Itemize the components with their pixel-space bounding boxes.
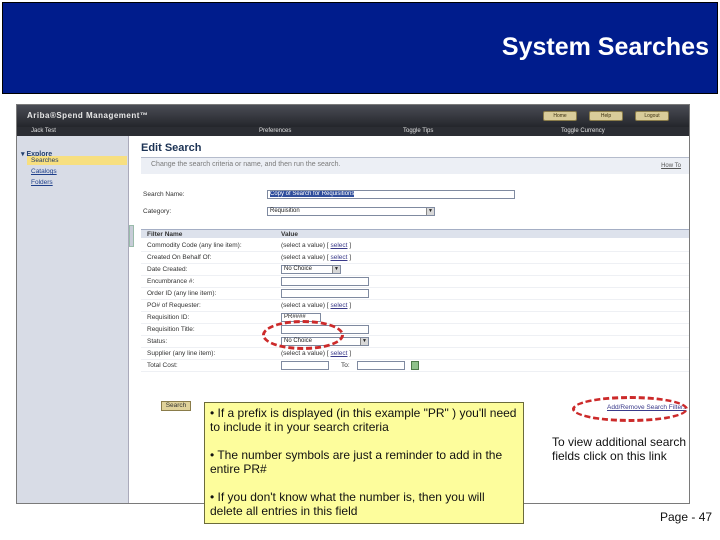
filter-row-date-created: Date Created: No Choice ▼ [141,264,689,276]
filter-row-commodity-code: Commodity Code (any line item): (select … [141,240,689,252]
category-select[interactable]: Requisition ▼ [267,207,435,216]
filter-row-requisition-id: Requisition ID: PR#### [141,312,689,324]
filter-row-total-cost: Total Cost: To: [141,360,689,372]
how-to-link[interactable]: How To [661,163,681,169]
side-note: To view additional search fields click o… [552,435,687,463]
callout-point: • If a prefix is displayed (in this exam… [210,406,517,434]
sidebar: ▾ Explore Searches Catalogs Folders [17,136,129,503]
nav-bar: Jack Test Preferences Toggle Tips Toggle… [17,127,689,136]
filter-row-supplier: Supplier (any line item): (select a valu… [141,348,689,360]
filter-name-header: Filter Name [147,231,183,238]
filter-row-encumbrance: Encumbrance #: [141,276,689,288]
sidebar-item-catalogs[interactable]: Catalogs [31,168,57,175]
help-button[interactable]: Help [589,111,623,121]
add-remove-link-highlight [572,396,688,422]
filter-table-header: Filter Name Value [141,229,689,238]
nav-toggle-tips[interactable]: Toggle Tips [403,127,433,136]
select-link[interactable]: select [331,254,348,261]
filter-row-po-requester: PO# of Requester: (select a value) [ sel… [141,300,689,312]
sidebar-item-folders[interactable]: Folders [31,179,53,186]
encumbrance-field[interactable] [281,277,369,286]
slide-title: System Searches [501,33,709,61]
search-name-label: Search Name: [143,191,185,198]
app-header: Ariba®Spend Management™ Home Help Logout [17,105,689,127]
app-logo: Ariba®Spend Management™ [27,111,149,120]
nav-preferences[interactable]: Preferences [259,127,291,136]
chevron-down-icon: ▼ [332,266,340,273]
total-cost-from-field[interactable] [281,361,329,370]
chevron-down-icon: ▼ [360,338,368,345]
date-created-select[interactable]: No Choice ▼ [281,265,341,274]
select-link[interactable]: select [331,302,348,309]
slide-title-bar: System Searches [2,2,718,94]
logout-button[interactable]: Logout [635,111,669,121]
filter-row-requisition-title: Requisition Title: [141,324,689,336]
search-button[interactable]: Search [161,401,191,411]
chevron-down-icon: ▼ [426,208,434,215]
category-label: Category: [143,208,172,215]
callout-point: • If you don't know what the number is, … [210,490,485,518]
callout-box: • If a prefix is displayed (in this exam… [204,402,524,524]
total-cost-to-field[interactable] [357,361,405,370]
sidebar-item-searches[interactable]: Searches [27,156,127,165]
calculator-icon[interactable] [411,361,419,370]
order-id-field[interactable] [281,289,369,298]
callout-point: • The number symbols are just a reminder… [210,448,503,476]
user-name: Jack Test [31,128,56,134]
select-link[interactable]: select [331,242,348,249]
page-number: Page - 47 [660,510,713,524]
home-button[interactable]: Home [543,111,577,121]
instructions-text: Change the search criteria or name, and … [151,161,341,168]
filter-row-order-id: Order ID (any line item): [141,288,689,300]
filter-row-created-on-behalf: Created On Behalf Of: (select a value) [… [141,252,689,264]
select-link[interactable]: select [331,350,348,357]
instructions-bar: Change the search criteria or name, and … [141,157,689,174]
search-name-field[interactable]: Copy of Search for Requisitions [267,190,515,199]
nav-toggle-currency[interactable]: Toggle Currency [561,127,605,136]
total-cost-to-label: To: [341,362,350,369]
filter-row-status: Status: No Choice ▼ [141,336,689,348]
sidebar-splitter-handle[interactable] [129,225,134,247]
page-title: Edit Search [141,142,202,154]
value-header: Value [281,231,298,238]
requisition-id-highlight [262,320,344,350]
